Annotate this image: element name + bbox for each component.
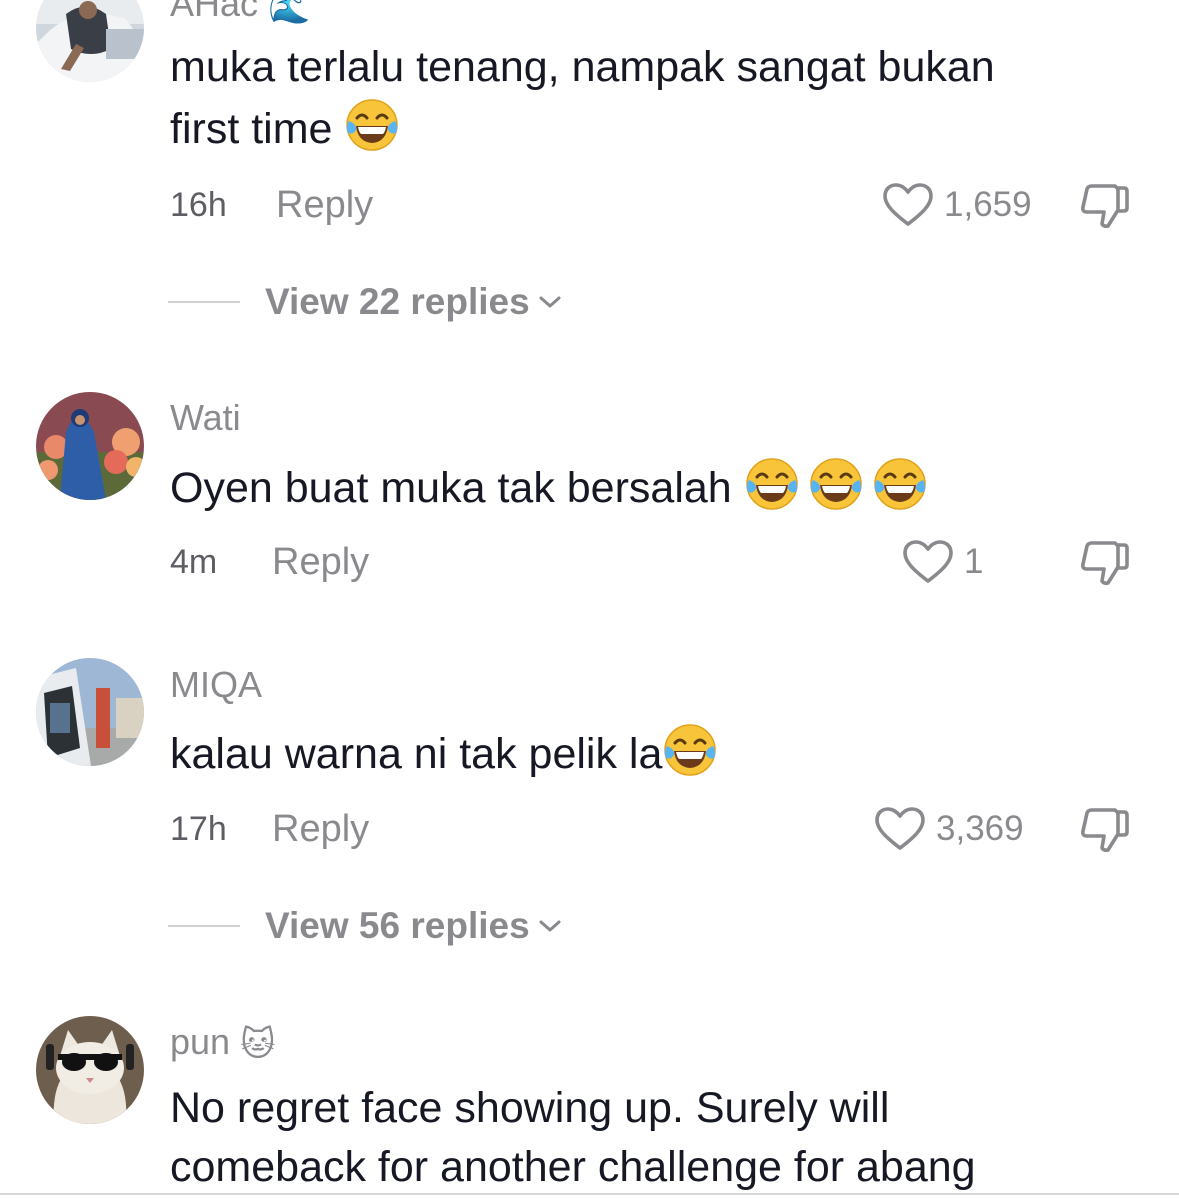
heart-outline-icon [874,806,926,852]
chevron-down-icon [538,294,562,310]
view-replies-button[interactable]: View 56 replies [168,902,562,950]
comment-meta: 16h Reply 1,659 [170,180,1140,230]
username[interactable]: MIQA [170,663,262,707]
reply-button[interactable]: Reply [272,804,369,854]
reply-button[interactable]: Reply [276,180,373,230]
divider [0,1193,1179,1195]
face-with-tears-of-joy-icon [344,97,400,153]
comment-text: No regret face showing up. Surely will c… [170,1079,1130,1197]
comment-time: 17h [170,810,227,848]
avatar[interactable] [36,0,144,82]
heart-outline-icon [882,182,934,228]
comment-text: muka terlalu tenang, nampak sangat bukan… [170,38,1130,159]
avatar[interactable] [36,658,144,766]
comment-text-line: first time [170,97,1130,159]
thumbs-down-icon[interactable] [1078,537,1132,587]
heart-outline-icon [902,539,954,585]
comment-text: kalau warna ni tak pelik la [170,722,1130,784]
face-with-tears-of-joy-icon [808,456,864,512]
username[interactable]: pun 🐱 [170,1020,276,1066]
comment-feed: AHac 🌊 muka terlalu tenang, nampak sanga… [0,0,1179,1199]
like-button[interactable]: 3,369 [874,804,1024,854]
avatar[interactable] [36,1016,144,1124]
view-replies-label: View 22 replies [265,281,530,322]
comment-text-line: kalau warna ni tak pelik la [170,722,1130,784]
comment-text: Oyen buat muka tak bersalah [170,456,1130,518]
thumbs-down-icon[interactable] [1078,804,1132,854]
like-button[interactable]: 1,659 [882,180,1032,230]
reply-button[interactable]: Reply [272,537,369,587]
like-count: 1,659 [944,185,1032,224]
view-replies-button[interactable]: View 22 replies [168,278,562,326]
divider [168,301,240,303]
face-with-tears-of-joy-icon [872,456,928,512]
comment-time: 16h [170,186,227,224]
comment-meta: 4m Reply 1 [170,537,1140,587]
chevron-down-icon [538,918,562,934]
thumbs-down-icon[interactable] [1078,180,1132,230]
username[interactable]: Wati [170,396,241,440]
comment-time: 4m [170,543,218,581]
comment-text-line: muka terlalu tenang, nampak sangat bukan [170,43,995,91]
like-count: 1 [964,542,984,581]
avatar[interactable] [36,392,144,500]
cat-face-emoji-icon: 🐱 [240,1025,276,1064]
username[interactable]: AHac 🌊 [170,0,310,28]
like-button[interactable]: 1 [902,537,983,587]
comment-meta: 17h Reply 3,369 [170,804,1140,854]
divider [168,925,240,927]
comment-text-line: No regret face showing up. Surely will [170,1084,890,1132]
comment-text-line: comeback for another challenge for abang [170,1143,976,1191]
wave-emoji-icon: 🌊 [268,0,311,26]
view-replies-label: View 56 replies [265,905,530,946]
comment-text-line: Oyen buat muka tak bersalah [170,456,1130,518]
like-count: 3,369 [936,809,1024,848]
face-with-tears-of-joy-icon [744,456,800,512]
face-with-tears-of-joy-icon [662,722,718,778]
